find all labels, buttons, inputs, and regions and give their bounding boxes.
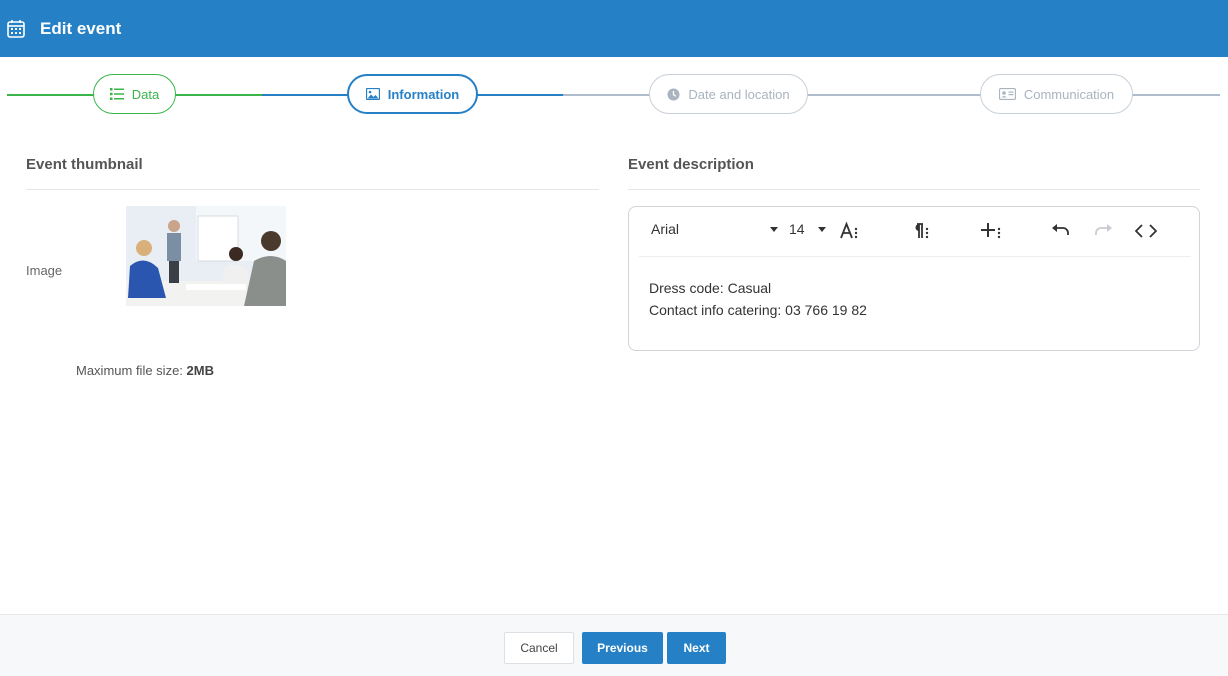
event-description-title: Event description bbox=[628, 156, 754, 173]
image-label: Image bbox=[26, 263, 63, 278]
previous-button[interactable]: Previous bbox=[582, 632, 663, 664]
page-title: Edit event bbox=[40, 18, 122, 38]
footer-bar: Cancel Previous Next bbox=[0, 614, 1228, 676]
event-thumbnail-image[interactable] bbox=[126, 206, 286, 306]
content-line: Dress code: Casual bbox=[649, 280, 772, 296]
paragraph-button[interactable] bbox=[910, 221, 930, 241]
top-bar: Edit event bbox=[0, 0, 1228, 57]
code-icon bbox=[1135, 224, 1157, 238]
step-communication[interactable]: Communication bbox=[980, 74, 1133, 114]
step-information[interactable]: Information bbox=[347, 74, 478, 114]
font-family-value: Arial bbox=[651, 221, 680, 237]
text-style-button[interactable] bbox=[839, 221, 859, 241]
max-file-size-note: Maximum file size: 2MB bbox=[76, 363, 214, 378]
font-size-value: 14 bbox=[789, 221, 805, 237]
cancel-button[interactable]: Cancel bbox=[504, 632, 574, 664]
font-family-select[interactable]: Arial bbox=[651, 221, 779, 237]
section-divider bbox=[628, 189, 1200, 190]
code-view-button[interactable] bbox=[1135, 222, 1157, 240]
undo-button[interactable] bbox=[1051, 222, 1071, 240]
section-divider bbox=[26, 189, 599, 190]
step-date-and-location[interactable]: Date and location bbox=[649, 74, 808, 114]
step-data[interactable]: Data bbox=[93, 74, 176, 114]
step-label: Date and location bbox=[688, 86, 790, 102]
insert-button[interactable] bbox=[980, 221, 1002, 241]
step-label: Information bbox=[387, 86, 460, 102]
plus-icon bbox=[981, 223, 1001, 239]
id-card-icon bbox=[998, 88, 1016, 100]
redo-icon bbox=[1095, 224, 1112, 235]
clock-icon bbox=[667, 88, 680, 100]
max-file-size-value: 2MB bbox=[186, 363, 214, 378]
description-editor: Arial 14 Dress code: Casual Contact info… bbox=[628, 206, 1200, 351]
content-line: Contact info catering: 03 766 19 82 bbox=[649, 302, 867, 318]
redo-button[interactable] bbox=[1093, 222, 1113, 240]
image-icon bbox=[365, 88, 380, 100]
next-button[interactable]: Next bbox=[667, 632, 726, 664]
editor-content[interactable]: Dress code: Casual Contact info catering… bbox=[649, 277, 867, 321]
undo-icon bbox=[1052, 224, 1069, 235]
chevron-down-icon bbox=[770, 226, 779, 232]
step-label: Data bbox=[131, 86, 160, 102]
font-style-icon bbox=[840, 221, 858, 239]
calendar-icon bbox=[6, 19, 26, 39]
chevron-down-icon bbox=[817, 226, 826, 232]
editor-toolbar: Arial 14 bbox=[639, 207, 1191, 257]
wizard-stepper: Data Information Date and location Commu… bbox=[0, 74, 1228, 116]
step-label: Communication bbox=[1023, 86, 1115, 102]
event-thumbnail-title: Event thumbnail bbox=[26, 156, 143, 173]
list-icon bbox=[109, 88, 124, 100]
font-size-select[interactable]: 14 bbox=[789, 221, 826, 237]
paragraph-icon bbox=[915, 223, 929, 239]
max-file-size-label: Maximum file size: bbox=[76, 363, 183, 378]
